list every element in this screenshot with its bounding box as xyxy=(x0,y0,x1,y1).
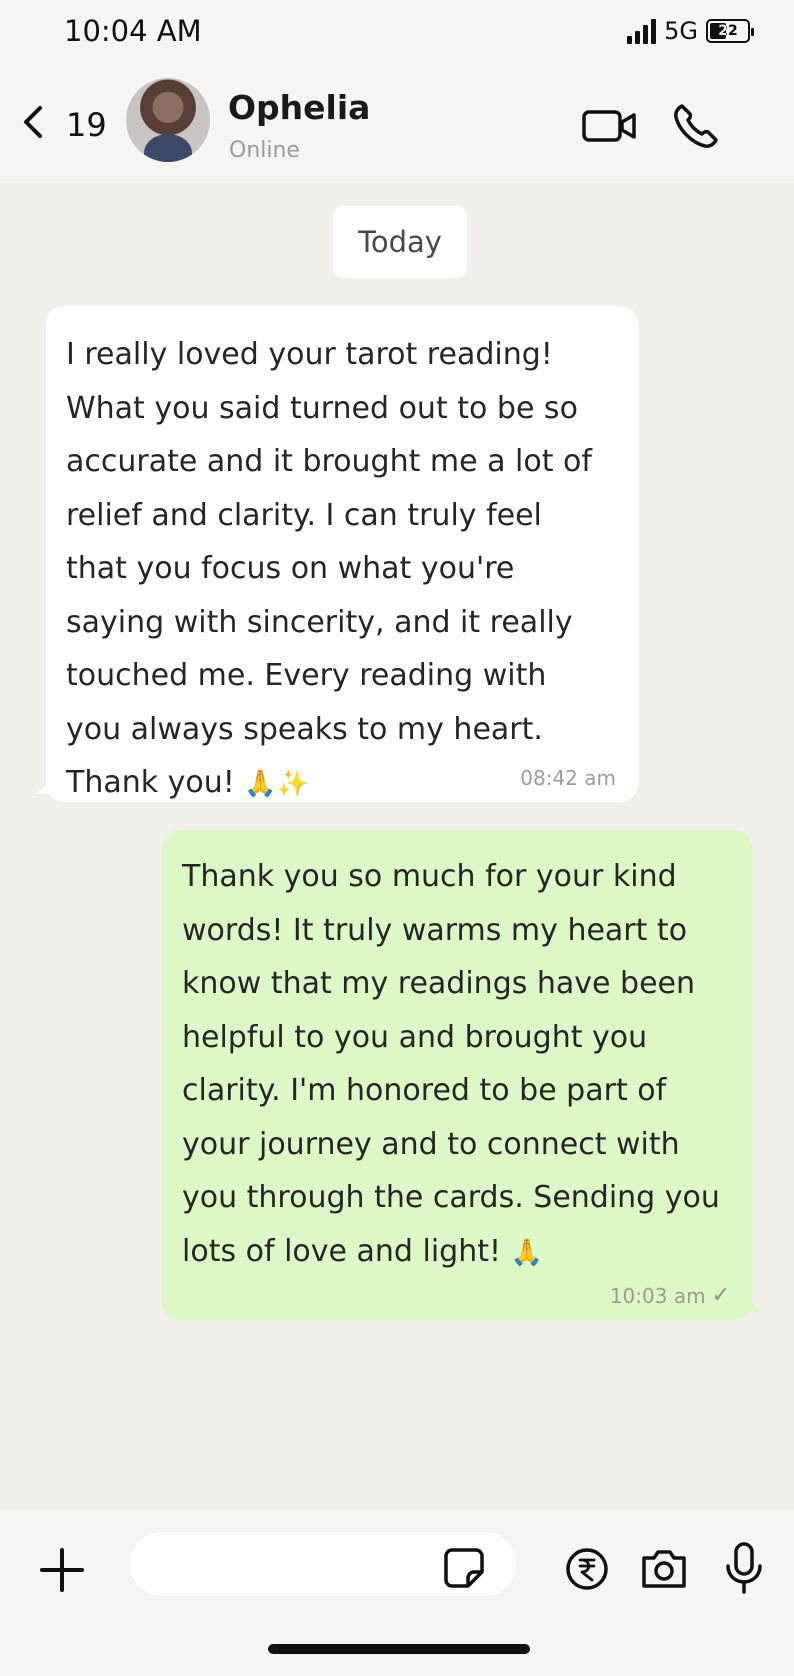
folded-hands-emoji: 🙏 xyxy=(510,1237,543,1268)
message-body: I really loved your tarot reading! What … xyxy=(66,337,592,800)
message-body: Thank you so much for your kind words! I… xyxy=(182,859,720,1269)
sticker-icon[interactable] xyxy=(442,1546,486,1590)
battery-level: 22 xyxy=(718,23,738,39)
microphone-icon[interactable] xyxy=(722,1540,766,1596)
outgoing-message[interactable]: Thank you so much for your kind words! I… xyxy=(162,830,762,1320)
video-call-icon[interactable] xyxy=(580,106,640,146)
rupee-payment-icon[interactable] xyxy=(564,1546,610,1592)
incoming-message[interactable]: I really loved your tarot reading! What … xyxy=(36,306,638,802)
phone-call-icon[interactable] xyxy=(670,100,722,152)
folded-hands-emoji: 🙏 xyxy=(244,769,277,799)
message-time: 08:42 am xyxy=(520,766,616,790)
battery-icon: 22 xyxy=(706,19,754,43)
bubble-tail xyxy=(36,780,52,794)
date-divider: Today xyxy=(333,206,467,278)
sent-check-icon: ✓ xyxy=(711,1283,730,1308)
status-indicators: 5G 22 xyxy=(627,14,754,48)
contact-name[interactable]: Ophelia xyxy=(228,88,370,127)
home-indicator[interactable] xyxy=(268,1644,530,1654)
sparkles-emoji: ✨ xyxy=(276,769,310,799)
message-time: 10:03 am ✓ xyxy=(610,1283,730,1308)
plus-icon[interactable] xyxy=(36,1544,88,1596)
avatar[interactable] xyxy=(126,78,210,162)
unread-count[interactable]: 19 xyxy=(66,106,107,144)
contact-status: Online xyxy=(229,138,300,163)
status-time: 10:04 AM xyxy=(64,14,202,48)
signal-icon xyxy=(627,18,657,44)
message-text: I really loved your tarot reading! What … xyxy=(66,328,618,812)
network-type: 5G xyxy=(664,17,698,45)
message-text: Thank you so much for your kind words! I… xyxy=(182,850,728,1280)
message-timestamp: 08:42 am xyxy=(520,766,616,790)
bubble-tail xyxy=(746,1298,762,1312)
camera-icon[interactable] xyxy=(638,1544,690,1592)
top-header: 10:04 AM 5G 22 19 Ophelia Online xyxy=(0,0,794,183)
back-chevron-icon[interactable] xyxy=(18,102,48,142)
message-timestamp: 10:03 am xyxy=(609,1283,706,1308)
